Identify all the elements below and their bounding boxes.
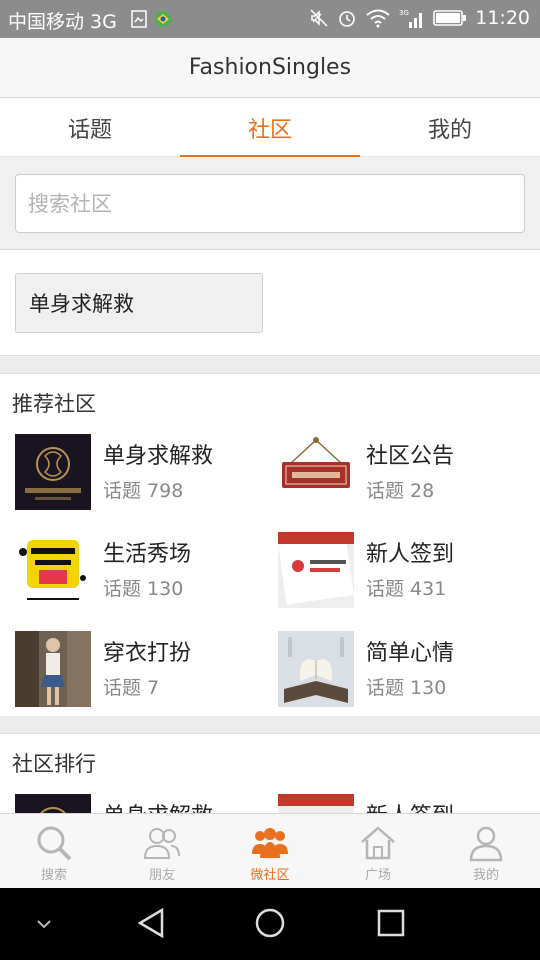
divider bbox=[0, 357, 540, 373]
tab-topics[interactable]: 话题 bbox=[0, 99, 180, 156]
search-icon bbox=[37, 826, 72, 861]
community-item[interactable]: 简单心情 话题 130 bbox=[278, 631, 538, 709]
nav-label: 微社区 bbox=[250, 868, 290, 883]
carrier-label: 中国移动 3G bbox=[8, 11, 117, 33]
community-thumbnail bbox=[15, 434, 91, 510]
community-thumbnail bbox=[278, 794, 354, 813]
svg-text:3G: 3G bbox=[399, 9, 409, 17]
nav-label: 我的 bbox=[472, 868, 499, 883]
app-badge-icon bbox=[155, 11, 171, 27]
clock: 11:20 bbox=[475, 7, 530, 29]
search-area bbox=[0, 158, 540, 250]
nav-label: 搜索 bbox=[40, 868, 67, 883]
ranking-section: 社区排行 单身求解救 新人签到 bbox=[0, 733, 540, 813]
topic-count: 话题 28 bbox=[366, 480, 435, 502]
topic-count: 话题 431 bbox=[366, 578, 447, 600]
my-communities: 单身求解救 bbox=[0, 250, 540, 356]
community-thumbnail bbox=[15, 532, 91, 608]
community-name: 单身求解救 bbox=[103, 798, 213, 813]
community-name: 穿衣打扮 bbox=[103, 641, 192, 666]
nav-community[interactable]: 微社区 bbox=[216, 814, 324, 888]
recents-icon[interactable] bbox=[374, 906, 408, 940]
community-thumbnail bbox=[15, 631, 91, 707]
community-item[interactable]: 社区公告 话题 28 bbox=[278, 434, 538, 512]
ranking-item[interactable]: 新人签到 bbox=[278, 794, 538, 813]
community-item[interactable]: 单身求解救 话题 798 bbox=[15, 434, 275, 512]
topic-count: 话题 130 bbox=[103, 578, 184, 600]
nav-label: 广场 bbox=[364, 868, 391, 883]
nav-friends[interactable]: 朋友 bbox=[108, 814, 216, 888]
nav-label: 朋友 bbox=[148, 868, 175, 883]
nav-square[interactable]: 广场 bbox=[324, 814, 432, 888]
community-name: 新人签到 bbox=[366, 542, 455, 567]
community-thumbnail bbox=[278, 532, 354, 608]
section-title: 社区排行 bbox=[12, 752, 96, 776]
community-icon bbox=[252, 828, 288, 858]
community-item[interactable]: 生活秀场 话题 130 bbox=[15, 532, 275, 610]
community-name: 新人签到 bbox=[366, 798, 454, 813]
divider bbox=[0, 716, 540, 733]
community-item[interactable]: 穿衣打扮 话题 7 bbox=[15, 631, 275, 709]
topic-count: 话题 130 bbox=[366, 677, 447, 699]
section-title: 推荐社区 bbox=[12, 392, 96, 416]
back-icon[interactable] bbox=[134, 906, 168, 940]
mute-icon bbox=[310, 9, 328, 27]
tab-community[interactable]: 社区 bbox=[180, 99, 360, 157]
community-name: 社区公告 bbox=[366, 444, 455, 469]
topic-count: 话题 7 bbox=[103, 677, 160, 699]
wifi-icon bbox=[366, 9, 390, 28]
status-bar: 中国移动 3G 3G 11:20 bbox=[0, 0, 540, 38]
community-item[interactable]: 新人签到 话题 431 bbox=[278, 532, 538, 610]
system-nav-bar bbox=[0, 888, 540, 960]
tab-mine[interactable]: 我的 bbox=[360, 99, 540, 156]
battery-icon bbox=[433, 10, 467, 26]
nav-search[interactable]: 搜索 bbox=[0, 814, 108, 888]
friends-icon bbox=[143, 828, 180, 859]
community-name: 简单心情 bbox=[366, 641, 455, 666]
topic-count: 话题 798 bbox=[103, 480, 184, 502]
chevron-down-icon[interactable] bbox=[34, 916, 54, 932]
community-name: 生活秀场 bbox=[103, 542, 192, 567]
nav-mine[interactable]: 我的 bbox=[432, 814, 540, 888]
bottom-nav: 搜索 朋友 微社区 广场 我的 bbox=[0, 813, 540, 888]
community-name: 单身求解救 bbox=[103, 444, 214, 469]
my-community-button[interactable]: 单身求解救 bbox=[15, 273, 263, 333]
app-bar: FashionSingles bbox=[0, 38, 540, 98]
recommend-section: 推荐社区 单身求解救 话题 798 社区公告 话题 28 生活秀场 话题 130… bbox=[0, 373, 540, 716]
search-input[interactable] bbox=[15, 174, 525, 233]
home-icon bbox=[361, 826, 395, 860]
community-thumbnail bbox=[15, 794, 91, 813]
profile-icon bbox=[469, 826, 503, 862]
home-circle-icon[interactable] bbox=[253, 906, 287, 940]
ranking-item[interactable]: 单身求解救 bbox=[15, 794, 275, 813]
community-thumbnail bbox=[278, 631, 354, 707]
top-tabs: 话题 社区 我的 bbox=[0, 99, 540, 157]
signal-icon: 3G bbox=[399, 9, 423, 28]
sim-card-icon bbox=[131, 10, 147, 28]
community-thumbnail bbox=[278, 434, 354, 510]
app-title: FashionSingles bbox=[188, 55, 352, 80]
alarm-icon bbox=[339, 11, 356, 27]
